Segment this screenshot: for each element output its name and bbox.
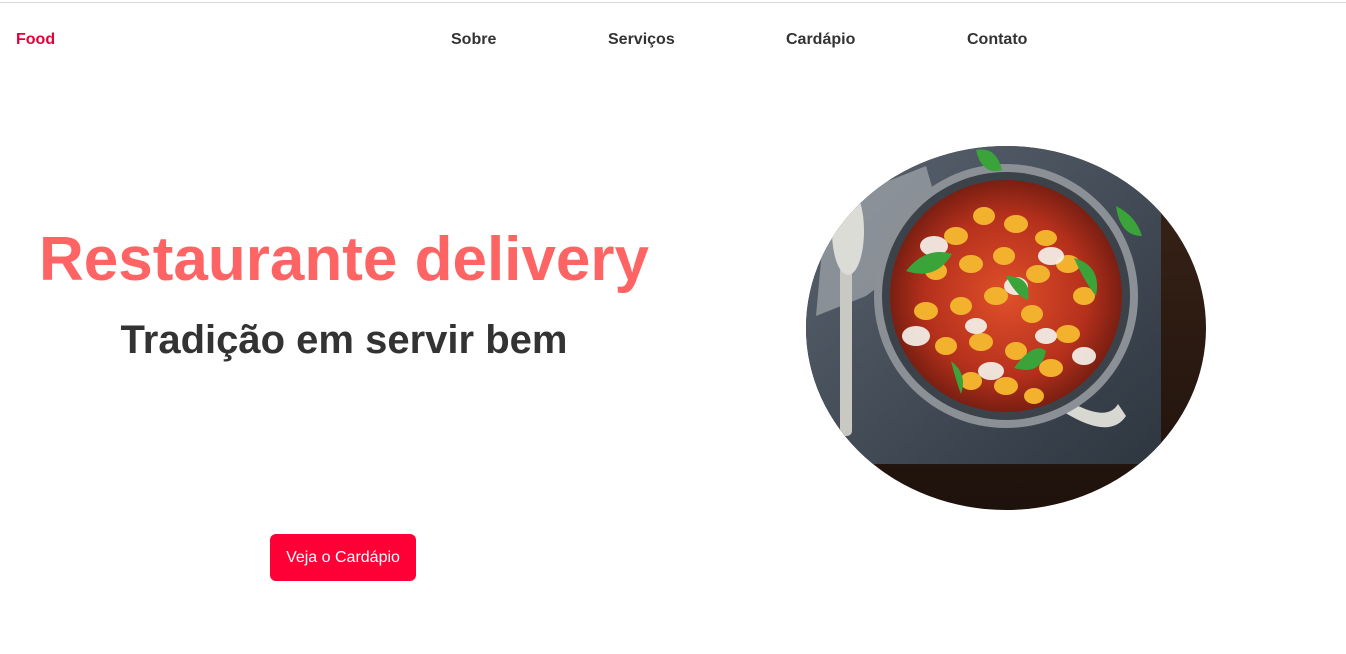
- nav-link-cardapio[interactable]: Cardápio: [786, 31, 855, 49]
- brand-logo-link[interactable]: Food: [16, 31, 55, 49]
- hero-title: Restaurante delivery: [39, 225, 649, 294]
- nav-link-servicos[interactable]: Serviços: [608, 31, 675, 49]
- view-menu-button[interactable]: Veja o Cardápio: [270, 534, 416, 581]
- top-navbar: Food Sobre Serviços Cardápio Contato: [0, 0, 1346, 78]
- hero-food-image: [806, 146, 1206, 510]
- nav-link-contato[interactable]: Contato: [967, 31, 1027, 49]
- nav-link-sobre[interactable]: Sobre: [451, 31, 496, 49]
- hero-subtitle: Tradição em servir bem: [120, 318, 568, 362]
